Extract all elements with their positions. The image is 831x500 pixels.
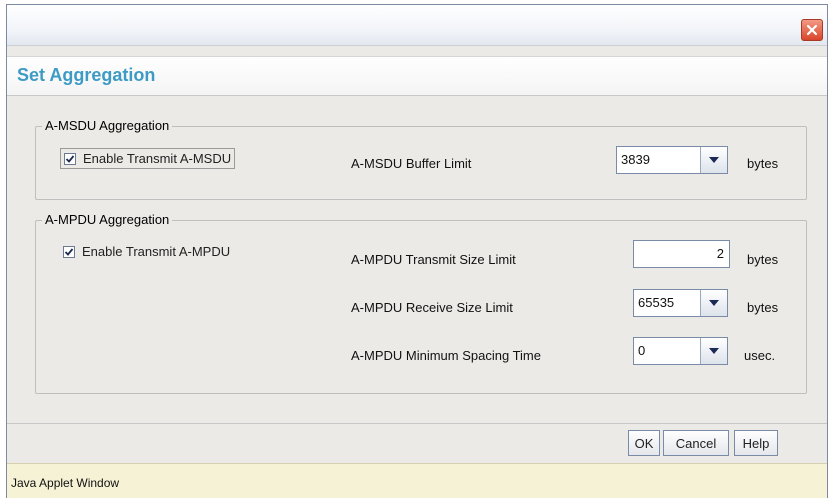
- chevron-down-icon: [709, 157, 719, 163]
- amsdu-buffer-limit-select[interactable]: 3839: [616, 146, 728, 174]
- help-button[interactable]: Help: [734, 430, 778, 456]
- ampdu-transmit-size-label: A-MPDU Transmit Size Limit: [351, 252, 516, 267]
- title-bar: [7, 5, 827, 46]
- enable-ampdu-label: Enable Transmit A-MPDU: [82, 244, 231, 259]
- ampdu-min-spacing-value: 0: [638, 343, 646, 358]
- chevron-down-icon: [709, 300, 719, 306]
- ampdu-min-spacing-unit: usec.: [744, 348, 776, 363]
- ampdu-transmit-size-unit: bytes: [747, 252, 779, 267]
- dialog-header: Set Aggregation: [7, 56, 827, 96]
- dialog-window: Set Aggregation A-MSDU Aggregation Enabl…: [6, 4, 828, 498]
- enable-amsdu-focus[interactable]: Enable Transmit A-MSDU: [60, 148, 236, 169]
- ampdu-receive-size-unit: bytes: [747, 300, 779, 315]
- ampdu-min-spacing-select[interactable]: 0: [633, 337, 728, 365]
- ok-button[interactable]: OK: [628, 430, 660, 456]
- enable-amsdu-checkbox-row[interactable]: Enable Transmit A-MSDU: [60, 148, 236, 169]
- enable-ampdu-checkbox-row[interactable]: Enable Transmit A-MPDU: [63, 244, 230, 259]
- ampdu-receive-size-select[interactable]: 65535: [633, 289, 728, 317]
- close-button[interactable]: [801, 19, 823, 41]
- dialog-title: Set Aggregation: [17, 65, 156, 85]
- enable-amsdu-checkbox[interactable]: [64, 152, 76, 165]
- enable-ampdu-checkbox[interactable]: [63, 245, 75, 258]
- ampdu-min-spacing-dropdown-button[interactable]: [700, 338, 727, 364]
- amsdu-buffer-limit-unit: bytes: [747, 156, 779, 171]
- ampdu-transmit-size-input[interactable]: 2: [633, 240, 730, 268]
- footer-divider: [7, 423, 827, 424]
- amsdu-buffer-dropdown-button[interactable]: [700, 147, 727, 173]
- checkmark-icon: [64, 247, 74, 256]
- amsdu-group-title: A-MSDU Aggregation: [42, 118, 173, 133]
- ampdu-receive-size-value: 65535: [638, 295, 675, 310]
- amsdu-buffer-limit-label: A-MSDU Buffer Limit: [351, 156, 472, 171]
- ampdu-group-title: A-MPDU Aggregation: [42, 212, 173, 227]
- status-text: Java Applet Window: [11, 476, 120, 490]
- status-bar: Java Applet Window: [7, 463, 827, 498]
- cancel-button[interactable]: Cancel: [663, 430, 729, 456]
- chevron-down-icon: [709, 348, 719, 354]
- checkmark-icon: [65, 154, 75, 163]
- amsdu-buffer-limit-value: 3839: [621, 152, 650, 167]
- ampdu-receive-size-label: A-MPDU Receive Size Limit: [351, 300, 513, 315]
- enable-amsdu-label: Enable Transmit A-MSDU: [83, 151, 232, 166]
- close-icon: [806, 24, 818, 36]
- ampdu-receive-dropdown-button[interactable]: [700, 290, 727, 316]
- ampdu-min-spacing-label: A-MPDU Minimum Spacing Time: [351, 348, 541, 363]
